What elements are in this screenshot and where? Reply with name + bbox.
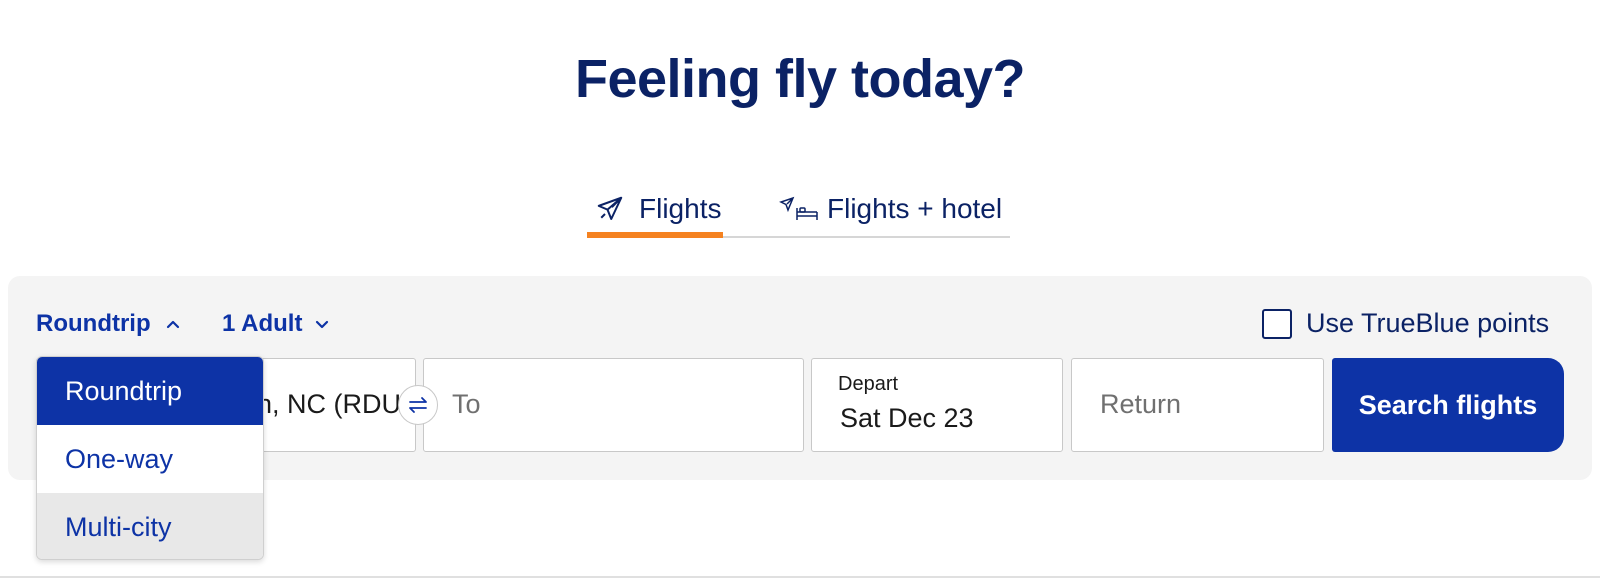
to-placeholder: To	[452, 389, 481, 419]
trueblue-label: Use TrueBlue points	[1306, 308, 1550, 338]
depart-label: Depart	[838, 373, 899, 395]
divider	[0, 576, 1600, 578]
trip-option-roundtrip[interactable]: Roundtrip	[37, 357, 263, 425]
tab-flights-label: Flights	[639, 193, 722, 224]
trip-type-dropdown: Roundtrip One-way Multi-city	[36, 356, 264, 560]
airplane-icon	[593, 194, 627, 224]
trip-type-toggle[interactable]: Roundtrip	[36, 310, 181, 338]
trueblue-checkbox[interactable]	[1262, 308, 1292, 339]
tab-flights[interactable]: Flights	[587, 180, 723, 238]
trueblue-points-option[interactable]: Use TrueBlue points	[1262, 308, 1549, 339]
trip-option-multi-city[interactable]: Multi-city	[37, 493, 263, 559]
depart-field[interactable]: Depart Sat Dec 23	[811, 358, 1063, 452]
active-tab-indicator	[587, 232, 723, 238]
depart-value: Sat Dec 23	[840, 403, 974, 433]
chevron-down-icon	[314, 316, 330, 332]
search-flights-button[interactable]: Search flights	[1332, 358, 1564, 452]
tab-flights-hotel-label: Flights + hotel	[827, 193, 1003, 224]
trip-type-label: Roundtrip	[36, 310, 151, 337]
to-field[interactable]: To	[423, 358, 804, 452]
trip-option-one-way[interactable]: One-way	[37, 425, 263, 493]
plane-bed-icon	[779, 194, 819, 224]
passengers-label: 1 Adult	[222, 310, 303, 337]
booking-tabs: Flights Flights + hotel	[587, 180, 1010, 238]
tab-flights-hotel[interactable]: Flights + hotel	[779, 180, 1010, 238]
swap-icon	[406, 393, 430, 417]
return-field[interactable]: Return	[1071, 358, 1324, 452]
page-headline: Feeling fly today?	[574, 49, 1026, 109]
passengers-toggle[interactable]: 1 Adult	[222, 310, 330, 338]
from-value: n, NC (RDU	[257, 389, 402, 419]
swap-airports-button[interactable]	[398, 385, 438, 425]
chevron-up-icon	[165, 316, 181, 332]
return-placeholder: Return	[1100, 389, 1182, 419]
